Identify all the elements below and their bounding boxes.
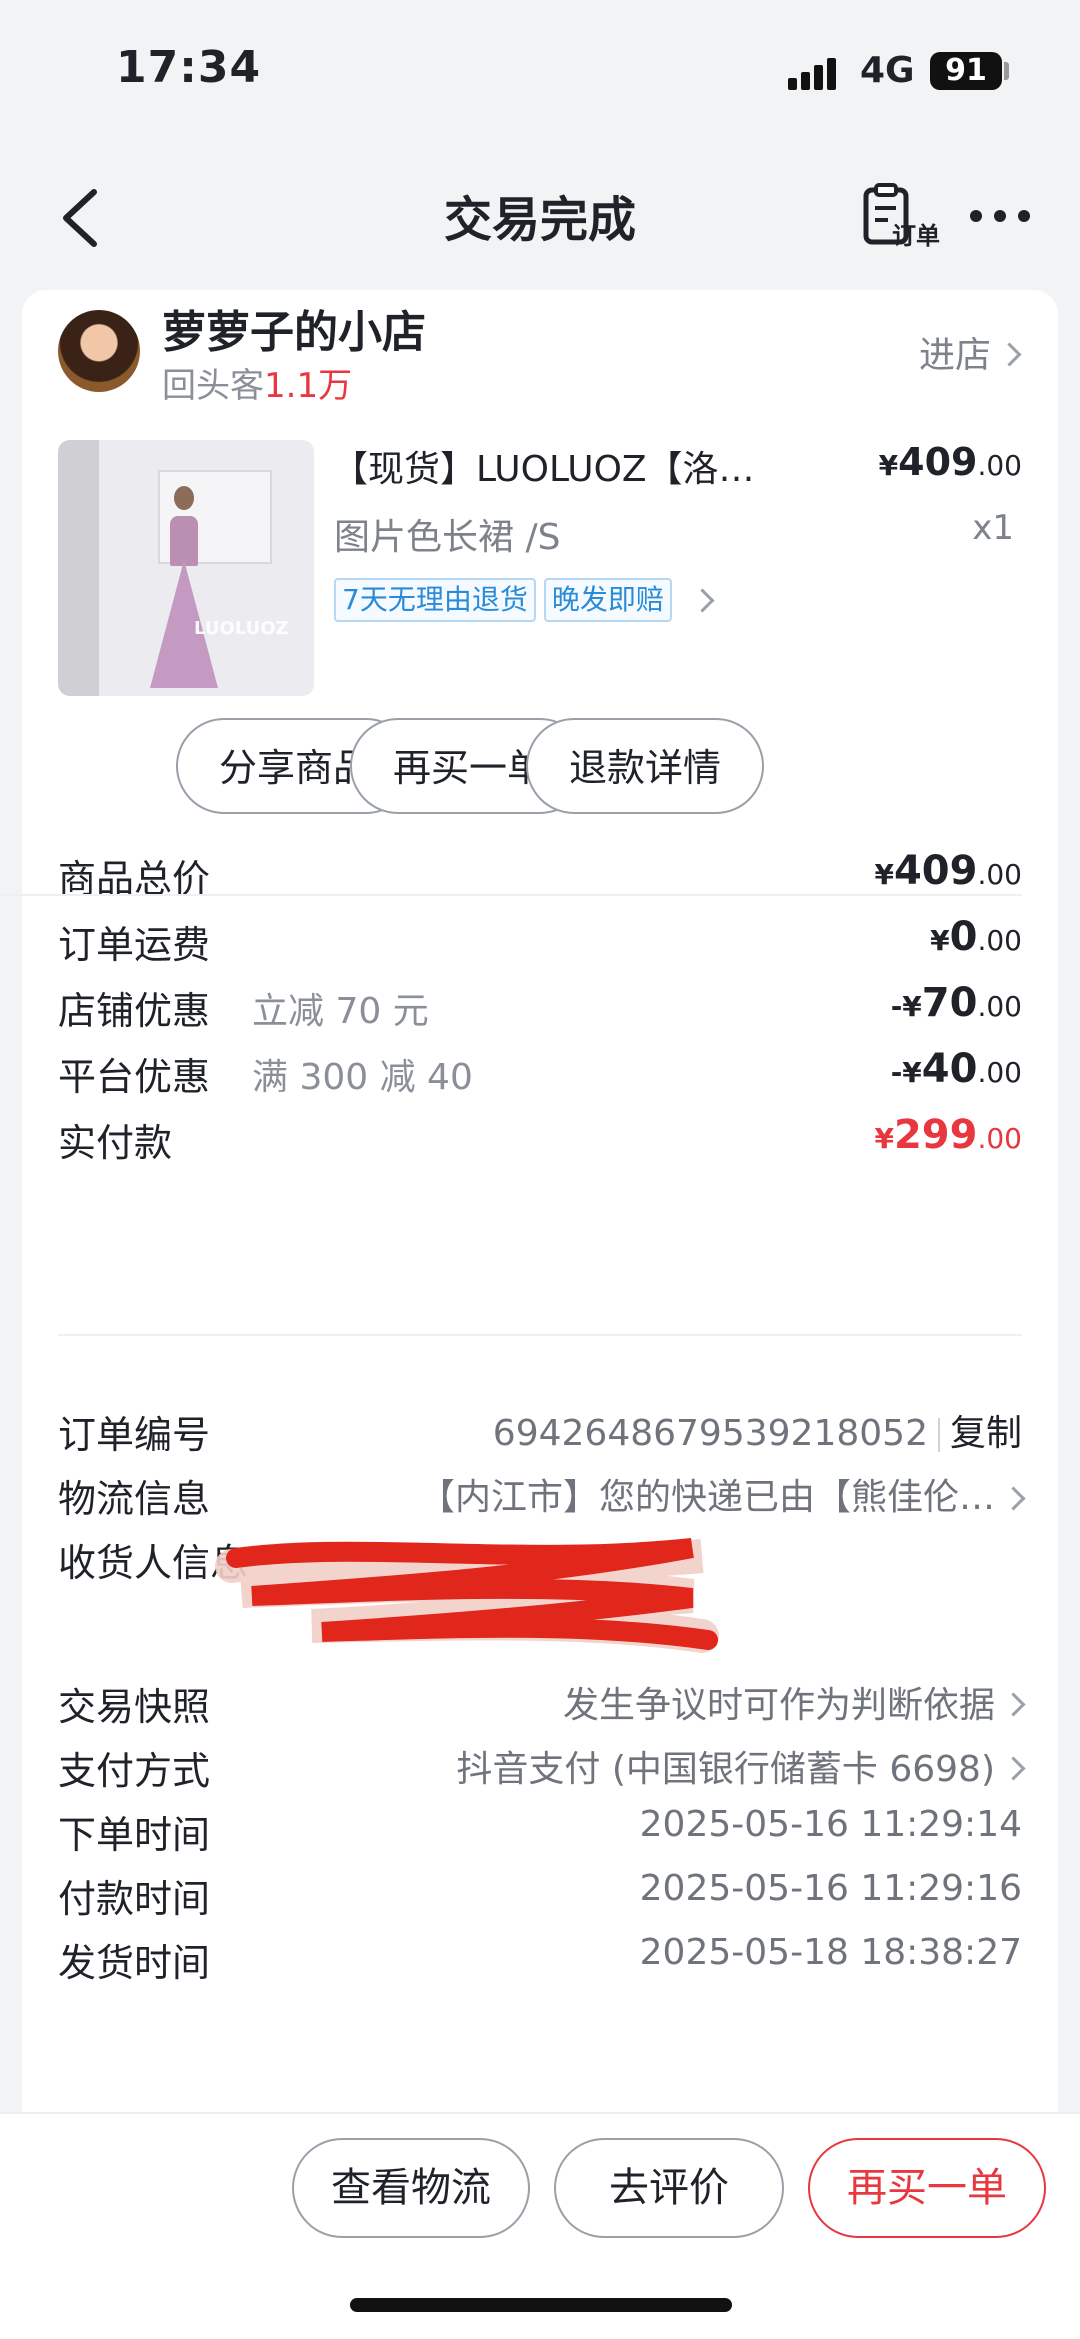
detail-value: 抖音支付 (中国银行储蓄卡 6698) xyxy=(456,1740,1026,1792)
write-review-button[interactable]: 去评价 xyxy=(554,2138,784,2238)
detail-row-order-time: 下单时间 2025-05-16 11:29:14 xyxy=(58,1804,1022,1864)
summary-row-shop-discount: 店铺优惠 立减 70 元 -¥70.00 xyxy=(58,980,1022,1040)
summary-value-paid: ¥299.00 xyxy=(874,1112,1022,1158)
tag-7day-return: 7天无理由退货 xyxy=(334,578,536,622)
summary-label: 店铺优惠 xyxy=(58,989,211,1033)
nav-header: 交易完成 订单 xyxy=(0,150,1080,280)
returning-count: 1.1万 xyxy=(264,366,353,406)
refund-details-button[interactable]: 退款详情 xyxy=(526,718,764,814)
summary-label: 订单运费 xyxy=(58,923,211,967)
product-image-brand: LUOLUOZ xyxy=(194,618,289,639)
product-spec: 图片色长裙 /S xyxy=(334,517,561,558)
order-number: 6942648679539218052 xyxy=(492,1413,928,1454)
chevron-right-icon xyxy=(1001,1691,1026,1717)
network-type: 4G xyxy=(860,50,915,91)
detail-value: 2025-05-16 11:29:14 xyxy=(639,1804,1022,1845)
order-icon-label[interactable]: 订单 xyxy=(892,216,940,251)
detail-label: 支付方式 xyxy=(58,1749,211,1793)
detail-row-snapshot[interactable]: 交易快照 发生争议时可作为判断依据 xyxy=(58,1676,1026,1736)
detail-label: 订单编号 xyxy=(58,1413,211,1457)
signal-icon xyxy=(788,56,844,90)
detail-value: 2025-05-16 11:29:16 xyxy=(639,1868,1022,1909)
summary-value: ¥409.00 xyxy=(874,848,1022,894)
detail-row-logistics[interactable]: 物流信息 【内江市】您的快递已由【熊佳伦… xyxy=(58,1468,1026,1528)
product-quantity: x1 xyxy=(972,508,1014,548)
battery-icon: 91 xyxy=(930,52,1002,90)
battery-tip xyxy=(1004,62,1009,80)
more-options-icon[interactable] xyxy=(970,210,1030,224)
summary-label: 实付款 xyxy=(58,1121,173,1165)
detail-value: 【内江市】您的快递已由【熊佳伦… xyxy=(418,1468,1026,1520)
detail-row-pay-time: 付款时间 2025-05-16 11:29:16 xyxy=(58,1868,1022,1928)
tag-late-compensation: 晚发即赔 xyxy=(543,578,672,622)
product-price-currency: ¥ xyxy=(878,449,899,482)
copy-order-no-button[interactable]: 复制 xyxy=(950,1413,1022,1454)
shop-avatar[interactable] xyxy=(58,310,140,392)
product-title[interactable]: 【现货】LUOLUOZ【洛… xyxy=(332,440,852,492)
summary-row-paid: 实付款 ¥299.00 xyxy=(58,1112,1022,1172)
summary-row-total: 商品总价 ¥409.00 xyxy=(58,848,1022,908)
home-indicator[interactable] xyxy=(350,2298,732,2312)
enter-shop-link[interactable]: 进店 xyxy=(918,326,1022,378)
summary-note: 立减 70 元 xyxy=(252,991,429,1032)
detail-row-order-no: 订单编号 6942648679539218052 复制 xyxy=(58,1404,1022,1464)
product-price-dec: .00 xyxy=(977,449,1022,482)
shop-name[interactable]: 萝萝子的小店 xyxy=(162,296,426,360)
product-price: ¥409.00 xyxy=(879,440,1022,484)
product-image-model-head xyxy=(174,486,194,510)
enter-shop-label: 进店 xyxy=(918,335,991,376)
chevron-right-icon xyxy=(1001,1485,1026,1511)
chevron-right-icon xyxy=(690,587,715,613)
redaction-scribble xyxy=(215,1538,719,1653)
order-detail-card: 萝萝子的小店 回头客1.1万 进店 LUOLUOZ 【现货】LUOLUOZ【洛…… xyxy=(0,290,1058,2120)
product-image-dress-top xyxy=(170,516,198,566)
summary-row-platform-discount: 平台优惠 满 300 减 40 -¥40.00 xyxy=(58,1046,1022,1106)
payment-method: 抖音支付 (中国银行储蓄卡 6698) xyxy=(456,1749,995,1790)
section-divider xyxy=(58,1334,1022,1336)
shop-returning-customers: 回头客1.1万 xyxy=(162,358,352,407)
detail-label: 交易快照 xyxy=(58,1685,211,1729)
summary-label: 平台优惠 xyxy=(58,1055,211,1099)
summary-value: -¥70.00 xyxy=(890,980,1022,1026)
detail-value: 6942648679539218052 复制 xyxy=(493,1404,1022,1456)
chevron-right-icon xyxy=(1001,1755,1026,1781)
detail-label: 下单时间 xyxy=(58,1813,211,1857)
returning-label: 回头客 xyxy=(162,366,264,406)
detail-label: 发货时间 xyxy=(58,1941,211,1985)
detail-value: 发生争议时可作为判断依据 xyxy=(562,1676,1026,1728)
buy-again-primary-button[interactable]: 再买一单 xyxy=(808,2138,1046,2238)
detail-row-payment[interactable]: 支付方式 抖音支付 (中国银行储蓄卡 6698) xyxy=(58,1740,1026,1800)
summary-value: -¥40.00 xyxy=(890,1046,1022,1092)
product-image[interactable]: LUOLUOZ xyxy=(58,440,314,696)
service-tags[interactable]: 7天无理由退货 晚发即赔 xyxy=(334,578,715,622)
detail-value: 2025-05-18 18:38:27 xyxy=(639,1932,1022,1973)
logistics-status: 【内江市】您的快递已由【熊佳伦… xyxy=(418,1477,995,1518)
detail-label: 付款时间 xyxy=(58,1877,211,1921)
view-logistics-button[interactable]: 查看物流 xyxy=(292,2138,530,2238)
summary-note: 满 300 减 40 xyxy=(252,1057,473,1098)
summary-value: ¥0.00 xyxy=(930,914,1022,960)
summary-row-shipping: 订单运费 ¥0.00 xyxy=(58,914,1022,974)
copy-separator xyxy=(937,1418,940,1452)
detail-row-ship-time: 发货时间 2025-05-18 18:38:27 xyxy=(58,1932,1022,1992)
chevron-right-icon xyxy=(997,341,1022,367)
status-time: 17:34 xyxy=(116,42,262,93)
status-bar: 17:34 4G 91 xyxy=(0,0,1080,140)
product-price-int: 409 xyxy=(898,440,978,484)
snapshot-desc: 发生争议时可作为判断依据 xyxy=(562,1685,995,1726)
detail-label: 物流信息 xyxy=(58,1477,211,1521)
